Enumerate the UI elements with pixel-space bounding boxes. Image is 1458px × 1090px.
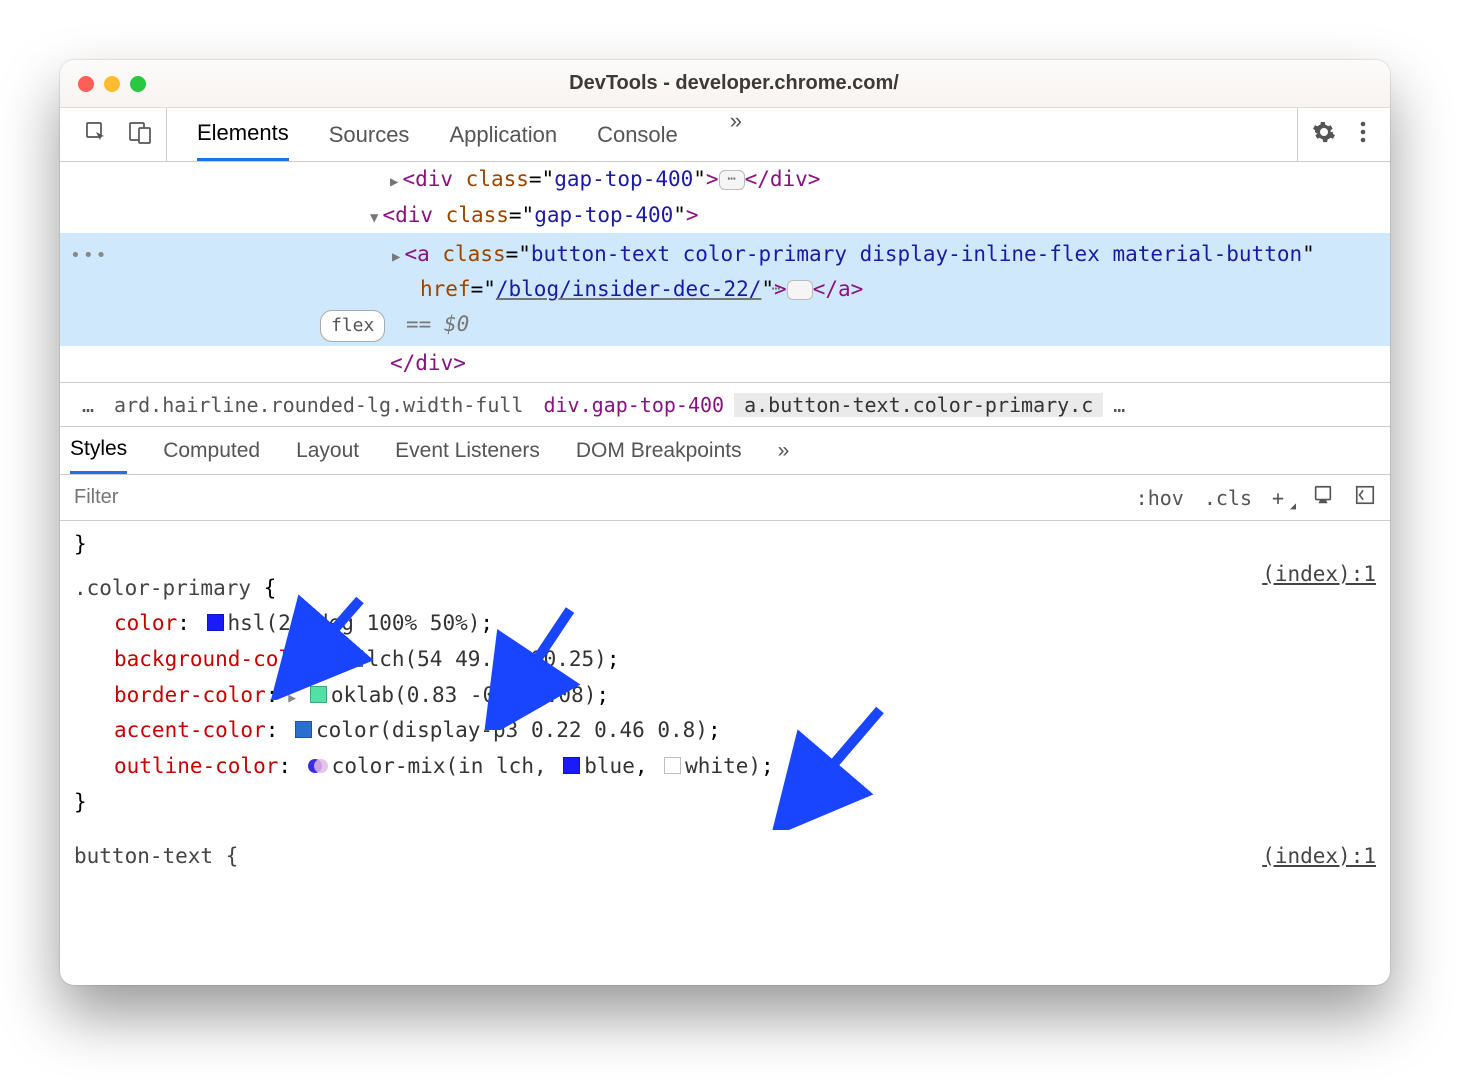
dom-node[interactable]: </div>	[60, 346, 1390, 382]
tab-styles[interactable]: Styles	[70, 427, 127, 474]
css-property[interactable]: background-color: lch(54 49.1 290.25);	[74, 642, 1376, 678]
color-swatch[interactable]	[295, 721, 312, 738]
breadcrumb-item-selected[interactable]: a.button-text.color-primary.c	[734, 393, 1103, 417]
css-property[interactable]: outline-color: color-mix(in lch, blue, w…	[74, 749, 1376, 785]
new-rule-button[interactable]: +◢	[1272, 486, 1292, 510]
breadcrumb-overflow-left[interactable]: …	[72, 393, 104, 417]
rule-close-brace: }	[74, 785, 1376, 821]
tabs-overflow-icon[interactable]: »	[718, 108, 754, 161]
css-property[interactable]: color: hsl(240deg 100% 50%);	[74, 606, 1376, 642]
breadcrumb-item[interactable]: div.gap-top-400	[533, 393, 734, 417]
dom-node[interactable]: ▶<div class="gap-top-400">⋯</div>	[60, 162, 1390, 198]
traffic-lights	[78, 76, 146, 92]
filter-bar: :hov .cls +◢	[60, 475, 1390, 521]
tab-computed[interactable]: Computed	[163, 427, 260, 474]
color-swatch[interactable]	[346, 650, 363, 667]
tab-sources[interactable]: Sources	[329, 108, 410, 161]
dollar-zero: == $0	[406, 312, 469, 336]
main-toolbar: Elements Sources Application Console »	[60, 108, 1390, 162]
print-media-icon[interactable]	[1312, 484, 1334, 511]
breadcrumb-item[interactable]: ard.hairline.rounded-lg.width-full	[104, 393, 533, 417]
css-property[interactable]: border-color: ▶ oklab(0.83 -0.2 0.08);	[74, 678, 1376, 714]
cls-toggle[interactable]: .cls	[1204, 486, 1252, 510]
subtabs-overflow-icon[interactable]: »	[778, 427, 790, 474]
inspect-icon[interactable]	[84, 120, 108, 150]
expand-icon[interactable]: ▶	[280, 691, 303, 706]
tab-dom-breakpoints[interactable]: DOM Breakpoints	[576, 427, 742, 474]
minimize-button[interactable]	[104, 76, 120, 92]
dom-node[interactable]: ▼<div class="gap-top-400">	[60, 198, 1390, 234]
source-link[interactable]: (index):1	[1262, 839, 1376, 875]
titlebar: DevTools - developer.chrome.com/	[60, 60, 1390, 108]
maximize-button[interactable]	[130, 76, 146, 92]
color-mix-swatch[interactable]	[307, 753, 329, 775]
tab-elements[interactable]: Elements	[197, 108, 289, 161]
color-swatch[interactable]	[207, 614, 224, 631]
styles-subtabs: Styles Computed Layout Event Listeners D…	[60, 427, 1390, 475]
close-button[interactable]	[78, 76, 94, 92]
rule-close-brace: }	[74, 527, 1376, 563]
dom-tree[interactable]: ▶<div class="gap-top-400">⋯</div> ▼<div …	[60, 162, 1390, 383]
hover-toggle[interactable]: :hov	[1136, 486, 1184, 510]
filter-input[interactable]	[74, 486, 1136, 509]
window-title: DevTools - developer.chrome.com/	[146, 72, 1372, 95]
styles-panel[interactable]: } .color-primary { (index):1 color: hsl(…	[60, 521, 1390, 880]
color-swatch[interactable]	[563, 757, 580, 774]
breadcrumb-overflow-right[interactable]: …	[1103, 393, 1135, 417]
tab-event-listeners[interactable]: Event Listeners	[395, 427, 540, 474]
dom-node-selected[interactable]: ••• ▶<a class="button-text color-primary…	[60, 233, 1390, 346]
kebab-menu-icon[interactable]	[1360, 120, 1366, 150]
css-property[interactable]: accent-color: color(display-p3 0.22 0.46…	[74, 713, 1376, 749]
color-swatch[interactable]	[664, 757, 681, 774]
settings-icon[interactable]	[1312, 120, 1336, 150]
computed-toggle-icon[interactable]	[1354, 484, 1376, 511]
tab-application[interactable]: Application	[449, 108, 557, 161]
device-toggle-icon[interactable]	[128, 120, 152, 150]
color-swatch[interactable]	[310, 686, 327, 703]
devtools-window: DevTools - developer.chrome.com/ Element…	[60, 60, 1390, 985]
ellipsis-icon[interactable]: •••	[70, 241, 109, 272]
tab-console[interactable]: Console	[597, 108, 678, 161]
source-link[interactable]: (index):1	[1262, 557, 1376, 593]
tab-layout[interactable]: Layout	[296, 427, 359, 474]
css-selector[interactable]: button-text {	[74, 844, 238, 868]
css-selector[interactable]: .color-primary	[74, 576, 251, 600]
breadcrumb[interactable]: … ard.hairline.rounded-lg.width-full div…	[60, 383, 1390, 427]
flex-badge[interactable]: flex	[320, 310, 385, 343]
